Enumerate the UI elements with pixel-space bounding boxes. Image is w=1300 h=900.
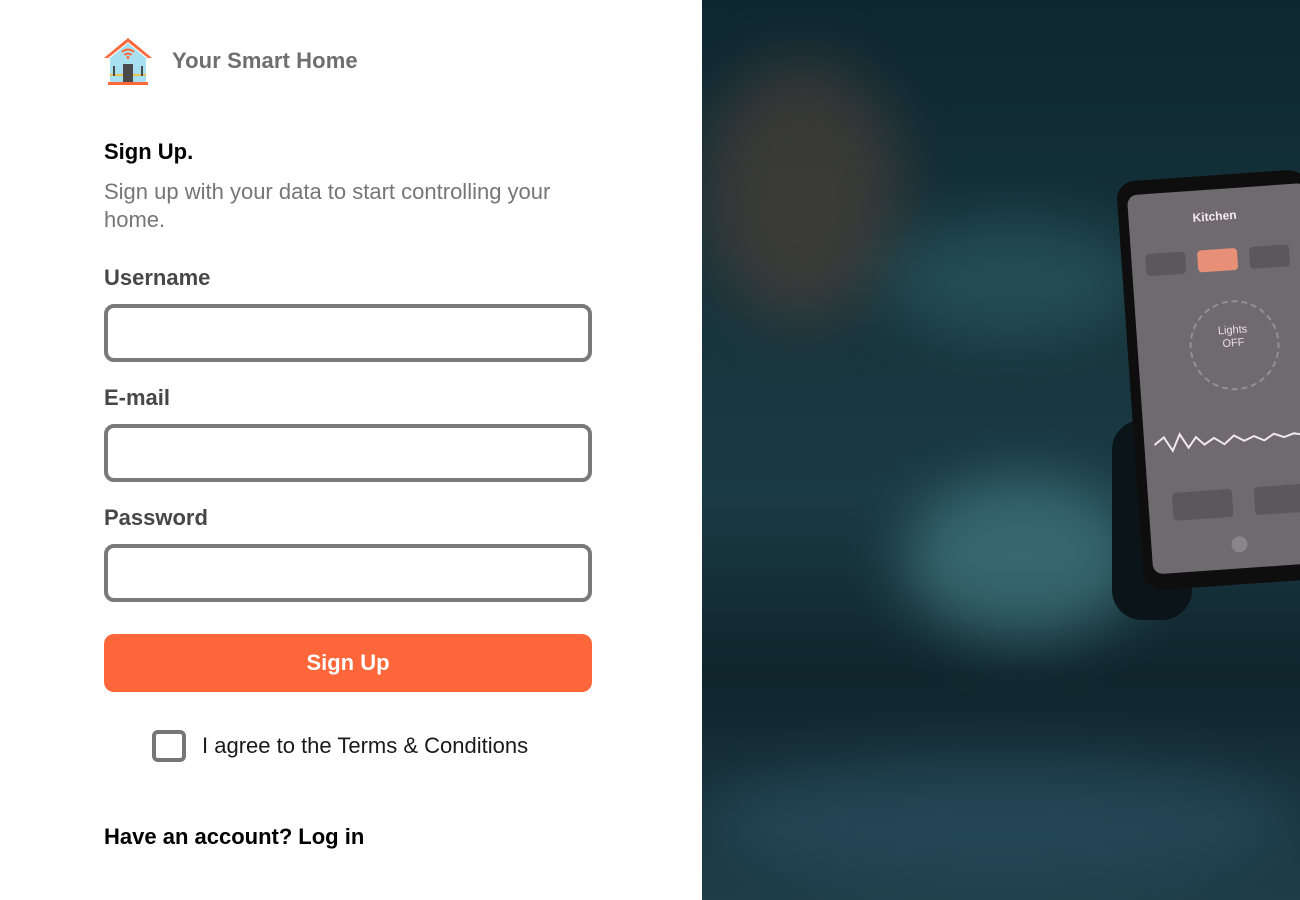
device-card [1253, 483, 1300, 516]
signup-panel: Your Smart Home Sign Up. Sign up with yo… [0, 0, 702, 900]
sign-up-button[interactable]: Sign Up [104, 634, 592, 692]
account-prompt-text: Have an account? [104, 824, 293, 849]
brand-header: Your Smart Home [104, 36, 358, 86]
page-title: Sign Up. [104, 139, 194, 164]
blurred-shelf [882, 220, 1142, 340]
email-input[interactable] [104, 424, 592, 482]
device-chip [1145, 251, 1187, 277]
email-label: E-mail [104, 385, 171, 410]
login-prompt: Have an account? Log in [104, 824, 364, 850]
terms-checkbox[interactable] [152, 730, 186, 762]
blurred-cabinet [702, 60, 902, 320]
phone: Kitchen Lights OFF [1115, 168, 1300, 592]
waveform-icon [1153, 431, 1300, 453]
device-card [1171, 488, 1234, 521]
password-input[interactable] [104, 544, 592, 602]
device-chip-active [1196, 247, 1239, 273]
password-label: Password [104, 505, 208, 530]
terms-label: I agree to the Terms & Conditions [202, 733, 529, 758]
blurred-light [902, 480, 1142, 640]
page-subtitle: Sign up with your data to start controll… [104, 179, 551, 232]
username-input[interactable] [104, 304, 592, 362]
login-link[interactable]: Log in [298, 824, 364, 850]
terms-row: I agree to the Terms & Conditions [152, 730, 528, 762]
phone-screen: Kitchen Lights OFF [1126, 182, 1300, 575]
blurred-counter [702, 760, 1300, 880]
screen-title: Kitchen [1192, 207, 1238, 225]
chevron-up-icon [1230, 535, 1249, 553]
house-icon [104, 38, 152, 85]
device-chip [1248, 244, 1291, 269]
username-label: Username [104, 265, 211, 290]
hero-image: Kitchen Lights OFF [702, 0, 1300, 900]
brand-name: Your Smart Home [172, 48, 358, 73]
